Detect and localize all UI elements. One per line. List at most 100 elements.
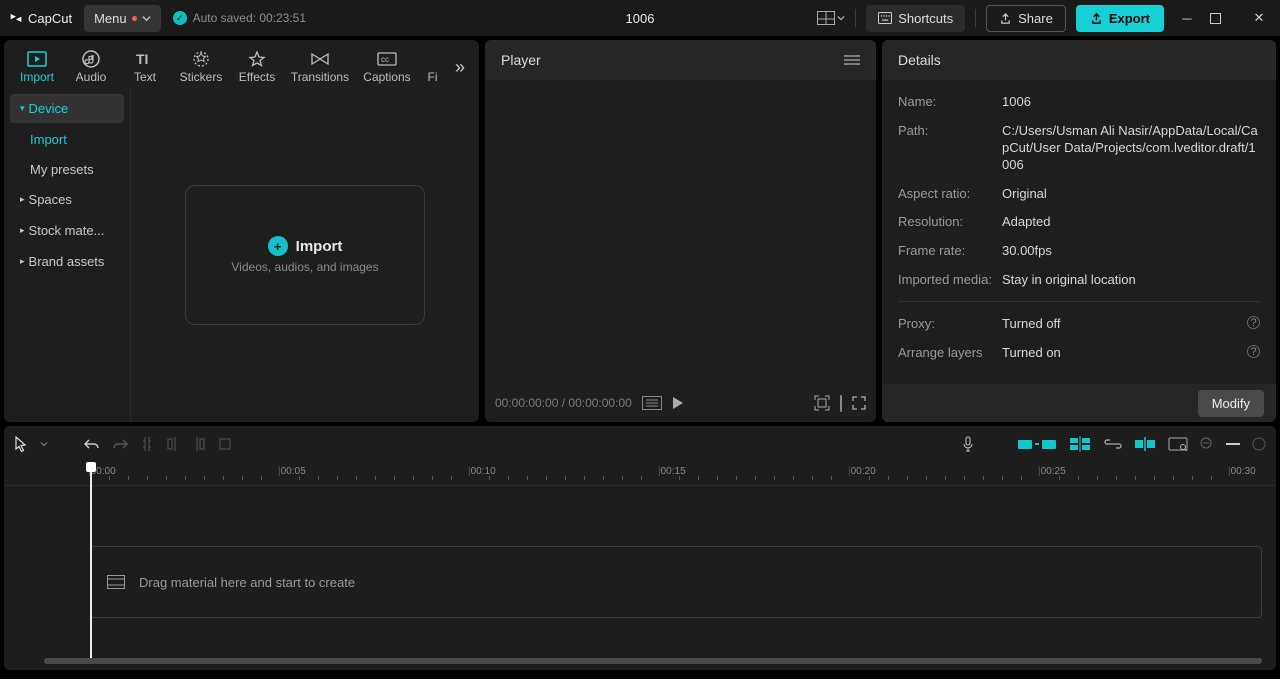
preview-toggle[interactable] <box>1168 437 1188 451</box>
timeline-dropzone[interactable]: Drag material here and start to create <box>90 546 1262 618</box>
tabs-more-button[interactable]: » <box>451 57 469 78</box>
tab-filters[interactable]: Fi <box>422 46 443 88</box>
tab-label: Audio <box>76 70 107 84</box>
timeline-ruler[interactable]: |00:00|00:05|00:10|00:15|00:20|00:25|00:… <box>4 462 1276 486</box>
ruler-mark: |00:20 <box>848 466 876 477</box>
tab-audio[interactable]: Audio <box>68 46 114 88</box>
menu-button[interactable]: Menu <box>84 5 161 32</box>
minimize-button[interactable]: ─ <box>1174 11 1200 26</box>
sidebar-sub-presets[interactable]: My presets <box>10 155 124 183</box>
maximize-button[interactable] <box>1210 13 1236 24</box>
magnet-track-button[interactable] <box>1068 436 1092 452</box>
link-button[interactable] <box>1104 439 1122 449</box>
app-logo: CapCut <box>8 10 72 26</box>
media-icon <box>107 575 125 589</box>
delete-left-button[interactable] <box>166 436 180 452</box>
fullscreen-button[interactable] <box>852 396 866 410</box>
crop-icon <box>218 437 232 451</box>
sidebar-sub-import[interactable]: Import <box>10 125 124 153</box>
select-tool[interactable] <box>14 436 28 452</box>
play-icon <box>672 396 684 410</box>
redo-button[interactable] <box>112 437 128 451</box>
divider <box>898 301 1260 302</box>
snap-icon <box>1134 437 1156 451</box>
ruler-mark: |00:30 <box>1228 466 1256 477</box>
magnet-main-button[interactable] <box>1018 440 1056 449</box>
close-button[interactable]: ✕ <box>1246 10 1272 26</box>
hamburger-icon <box>844 54 860 66</box>
info-icon[interactable]: ? <box>1247 316 1260 329</box>
plus-icon: + <box>268 236 288 256</box>
tab-transitions[interactable]: Transitions <box>288 46 352 88</box>
svg-text:TI: TI <box>136 51 148 67</box>
zoom-out-button[interactable] <box>1200 437 1214 451</box>
text-icon: TI <box>136 50 154 68</box>
label-path: Path: <box>898 123 1002 174</box>
player-menu-button[interactable] <box>844 54 860 66</box>
import-card[interactable]: + Import Videos, audios, and images <box>185 185 425 325</box>
menu-indicator-dot <box>132 16 137 21</box>
sidebar-item-stock[interactable]: ▸Stock mate... <box>10 216 124 245</box>
crop-button[interactable] <box>218 437 232 451</box>
captions-icon: cc <box>377 50 397 68</box>
sidebar-item-device[interactable]: ▾Device <box>10 94 124 123</box>
share-button[interactable]: Share <box>986 5 1066 32</box>
scrollbar-thumb[interactable] <box>44 658 1262 664</box>
zoom-slider[interactable] <box>1226 442 1240 446</box>
tab-label: Transitions <box>291 70 349 84</box>
details-panel: Details Name:1006 Path:C:/Users/Usman Al… <box>882 40 1276 422</box>
label-arrange: Arrange layers <box>898 345 1002 362</box>
zoom-fit-icon <box>1252 437 1266 451</box>
sidebar-label: Stock mate... <box>29 223 105 238</box>
shortcuts-button[interactable]: Shortcuts <box>866 5 965 32</box>
sidebar-item-spaces[interactable]: ▸Spaces <box>10 185 124 214</box>
tab-import[interactable]: Import <box>14 46 60 88</box>
separator <box>975 9 976 27</box>
snap-button[interactable] <box>1134 437 1156 451</box>
timeline[interactable]: |00:00|00:05|00:10|00:15|00:20|00:25|00:… <box>4 462 1276 670</box>
undo-button[interactable] <box>84 437 100 451</box>
sidebar-label: Spaces <box>29 192 72 207</box>
play-button[interactable] <box>672 396 684 410</box>
import-title: Import <box>296 238 343 255</box>
mic-button[interactable] <box>962 436 974 452</box>
delete-right-button[interactable] <box>192 436 206 452</box>
layout-button[interactable] <box>817 4 845 32</box>
select-tool-dropdown[interactable] <box>40 440 48 448</box>
tab-effects[interactable]: Effects <box>234 46 280 88</box>
timeline-scrollbar[interactable] <box>44 658 1262 664</box>
delete-left-icon <box>166 436 180 452</box>
tab-label: Text <box>134 70 156 84</box>
sidebar-item-brand[interactable]: ▸Brand assets <box>10 247 124 276</box>
player-header: Player <box>485 40 876 80</box>
tab-captions[interactable]: cc Captions <box>360 46 414 88</box>
export-button[interactable]: Export <box>1076 5 1164 32</box>
split-icon <box>140 436 154 452</box>
svg-text:cc: cc <box>381 55 389 64</box>
zoom-fit-button[interactable] <box>1252 437 1266 451</box>
info-icon[interactable]: ? <box>1247 345 1260 358</box>
link-icon <box>1104 439 1122 449</box>
dropzone-text: Drag material here and start to create <box>139 575 355 590</box>
tab-label: Stickers <box>180 70 223 84</box>
share-label: Share <box>1018 11 1053 26</box>
undo-icon <box>84 437 100 451</box>
export-label: Export <box>1109 11 1150 26</box>
modify-button[interactable]: Modify <box>1198 390 1264 417</box>
autosave-status: ✓ Auto saved: 00:23:51 <box>173 11 306 25</box>
player-canvas[interactable] <box>485 80 876 384</box>
chevron-down-icon <box>837 14 845 22</box>
tab-stickers[interactable]: Stickers <box>176 46 226 88</box>
scale-button[interactable] <box>814 395 830 411</box>
value-resolution: Adapted <box>1002 214 1260 231</box>
details-body: Name:1006 Path:C:/Users/Usman Ali Nasir/… <box>882 80 1276 384</box>
preview-quality-button[interactable] <box>642 396 662 410</box>
delete-right-icon <box>192 436 206 452</box>
split-button[interactable] <box>140 436 154 452</box>
ratio-button[interactable] <box>840 396 842 411</box>
mic-icon <box>962 436 974 452</box>
minus-icon <box>1226 442 1240 446</box>
playhead[interactable] <box>90 464 92 664</box>
effects-icon <box>248 50 266 68</box>
tab-text[interactable]: TI Text <box>122 46 168 88</box>
